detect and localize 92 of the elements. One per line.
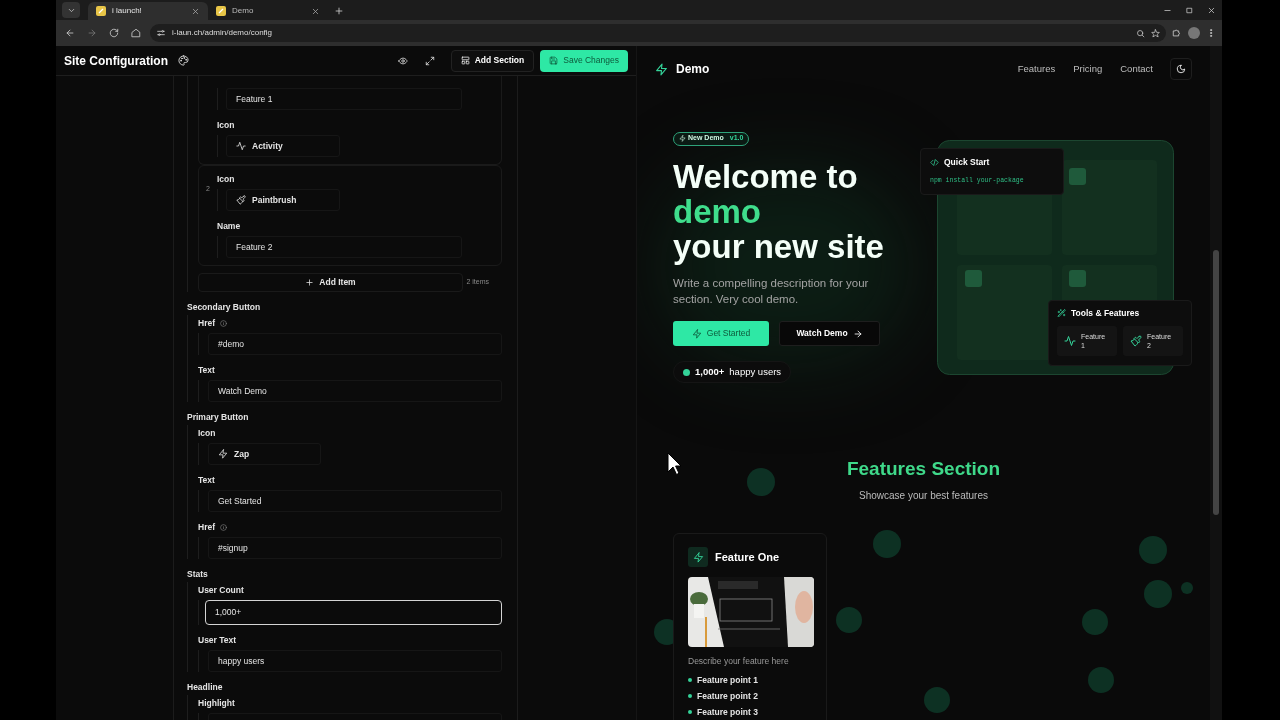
layout-icon [460,56,470,65]
reload-icon [109,28,119,38]
add-section-button[interactable]: Add Section [450,49,535,72]
plus-icon [334,6,344,16]
input-field[interactable]: Feature 1 [226,88,462,110]
browser-tab[interactable]: i launch! [88,2,208,20]
get-started-button[interactable]: Get Started [673,321,769,346]
lightning-icon [218,449,228,459]
info-icon [220,319,227,327]
eye-icon [397,55,408,66]
save-changes-button[interactable]: Save Changes [540,49,628,72]
section-subtitle: Showcase your best features [859,489,988,503]
lightning-icon [655,62,668,76]
lightning-icon [679,135,686,142]
back-icon [65,28,75,38]
pulse-icon [1064,334,1076,347]
feature-title: Feature One [715,549,780,565]
add-item-button[interactable]: Add Item [198,273,463,292]
save-icon [549,56,559,65]
field-label: Href [198,316,215,330]
feature-point: Feature point 1 [697,673,758,687]
field-label: Href [198,520,215,534]
forward-icon [87,28,97,38]
pulse-icon [236,141,246,151]
nav-link[interactable]: Contact [1120,61,1153,77]
field-label: Name [217,219,241,233]
field-label: Highlight [198,696,235,710]
nav-link[interactable]: Pricing [1073,61,1103,77]
arrow-right-icon [852,328,863,339]
paintbrush-icon [1130,334,1142,347]
page-title: Site Configuration [64,52,168,70]
feature-description: Describe your feature here [688,655,790,668]
input-field[interactable]: Watch Demo [208,380,502,402]
close-icon [311,6,320,16]
field-label: Icon [217,172,235,186]
brand-name[interactable]: Demo [676,60,710,78]
expand-icon [424,55,435,66]
group-heading: Headline [187,680,224,694]
address-bar[interactable]: i-laun.ch/admin/demo/config [150,24,1166,42]
moon-icon [1176,64,1186,74]
group-heading: Stats [187,567,209,581]
section-title: Features Section [846,457,1001,481]
field-label: Icon [217,118,235,132]
input-field[interactable]: Feature 2 [226,236,462,258]
feature-point: Feature point 2 [697,689,758,703]
home-icon [131,28,141,38]
input-field[interactable]: happy users [208,650,502,672]
nav-link[interactable]: Features [1017,61,1056,77]
site-settings-icon [156,28,166,38]
dark-mode-button[interactable] [1170,58,1192,80]
card-title: Tools & Features [1071,307,1140,320]
card-title: Quick Start [944,156,990,169]
cursor-icon [667,452,682,476]
field-label: User Count [198,583,244,597]
headline-line: Welcome to [673,159,859,194]
group-heading: Secondary Button [187,300,262,314]
profile-avatar[interactable] [1188,27,1200,39]
info-icon [220,523,227,531]
wand-icon [1057,308,1066,318]
field-label: Text [198,363,215,377]
headline-line: demo [673,194,762,229]
browser-tab[interactable]: Demo [208,2,328,20]
url-text: i-laun.ch/admin/demo/config [172,27,273,39]
group-heading: Primary Button [187,410,250,424]
close-icon [191,6,200,16]
icon-select[interactable]: Zap [208,443,321,465]
input-field[interactable]: #demo [208,333,502,355]
zoom-icon [1136,28,1145,38]
scrollbar[interactable] [1210,46,1222,720]
tab-favicon [216,6,226,16]
maximize-icon [1184,5,1194,15]
input-field[interactable]: 1,000+ [205,600,502,625]
field-label: Icon [198,426,216,440]
code-icon [930,157,939,167]
palette-icon [177,55,189,66]
close-icon [1206,5,1216,15]
input-field[interactable]: #signup [208,537,502,559]
paintbrush-icon [236,195,246,205]
plus-icon [305,278,315,287]
bookmark-star-icon [1151,28,1160,38]
hero-description: Write a compelling description for your section. Very cool demo. [673,276,870,307]
feature-point: Feature point 3 [697,705,758,719]
icon-select[interactable]: Paintbrush [226,189,340,211]
icon-select[interactable]: Activity [226,135,340,157]
field-label: Text [198,473,215,487]
watch-demo-button[interactable]: Watch Demo [779,321,880,346]
tab-favicon [96,6,106,16]
input-field[interactable]: Get Started [208,490,502,512]
lightning-icon [691,328,702,339]
headline-line: your new site [673,229,885,264]
field-label: User Text [198,633,237,647]
users-stat-pill: 1,000+ happy users [673,361,792,383]
